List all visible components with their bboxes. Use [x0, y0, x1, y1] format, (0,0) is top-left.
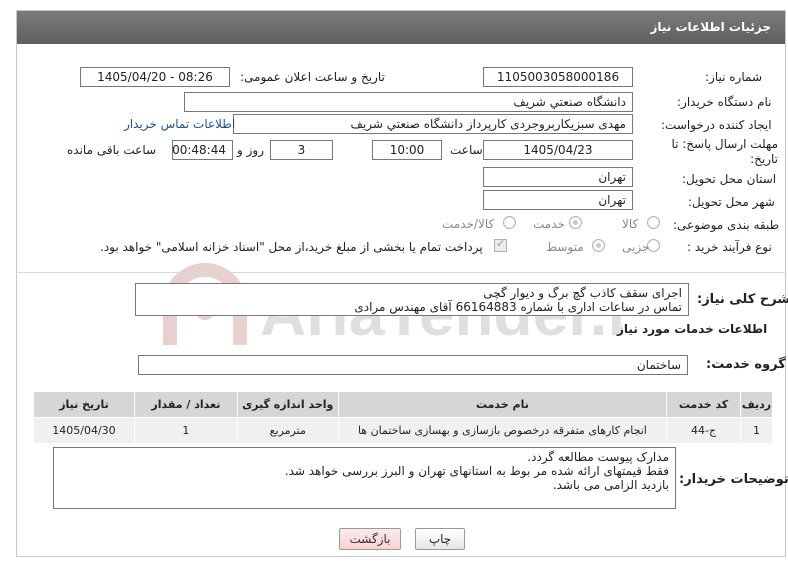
province-label: استان محل تحویل: — [682, 172, 777, 186]
category-radio-service[interactable] — [569, 216, 582, 229]
buyer-notes-label: توضیحات خریدار: — [679, 472, 788, 487]
panel-header: جزئیات اطلاعات نیاز — [17, 11, 785, 44]
process-option-medium: متوسط — [546, 240, 584, 254]
services-table: ردیف کد خدمت نام خدمت واحد اندازه گیری ت… — [33, 391, 773, 444]
cell-quantity: 1 — [133, 417, 238, 444]
col-header-row-number: ردیف — [740, 391, 773, 418]
city-field: تهران — [483, 190, 633, 210]
category-radio-goods[interactable] — [647, 216, 660, 229]
days-field: 3 — [270, 140, 333, 160]
summary-textarea: اجرای سقف کاذب گچ برگ و دیوار گچی تماس د… — [135, 283, 689, 316]
announce-field: 1405/04/20 - 08:26 — [80, 67, 230, 87]
cell-service-name: انجام کارهای متفرقه درخصوص بازسازی و بهس… — [337, 417, 668, 444]
summary-label: شرح کلی نیاز: — [697, 292, 788, 307]
buyer-contact-link[interactable]: اطلاعات تماس خریدار — [124, 117, 235, 131]
days-label: روز و — [237, 143, 264, 157]
service-group-field: ساختمان — [138, 355, 688, 375]
section-divider — [16, 272, 786, 273]
need-number-field: 1105003058000186 — [483, 67, 633, 87]
cell-row-number: 1 — [740, 417, 773, 444]
back-button[interactable]: بازگشت — [339, 528, 401, 550]
category-option-goods-service: کالا/خدمت — [442, 217, 495, 231]
services-section-title: اطلاعات خدمات مورد نیاز — [617, 322, 768, 336]
province-field: تهران — [483, 167, 633, 187]
remaining-label: ساعت باقی مانده — [67, 143, 157, 157]
col-header-service-name: نام خدمت — [337, 391, 668, 418]
announce-label: تاریخ و ساعت اعلان عمومی: — [240, 70, 385, 84]
payment-checkbox[interactable] — [494, 237, 507, 252]
col-header-need-date: تاریخ نیاز — [33, 391, 135, 418]
service-group-label: گروه خدمت: — [706, 357, 786, 372]
process-radio-medium[interactable] — [592, 239, 605, 252]
category-radio-goods-service[interactable] — [503, 216, 516, 229]
process-label: نوع فرآیند خرید : — [687, 240, 772, 254]
print-button[interactable]: چاپ — [415, 528, 465, 550]
table-row: 1 ج-44 انجام کارهای متفرقه درخصوص بازساز… — [33, 417, 773, 444]
buyer-org-label: نام دستگاه خریدار: — [677, 95, 772, 109]
category-option-service: خدمت — [533, 217, 565, 231]
table-header-row: ردیف کد خدمت نام خدمت واحد اندازه گیری ت… — [33, 391, 773, 418]
cell-service-code: ج-44 — [666, 417, 742, 444]
col-header-unit: واحد اندازه گیری — [236, 391, 339, 418]
remaining-time-field: 00:48:44 — [172, 140, 233, 160]
need-number-label: شماره نیاز: — [705, 70, 762, 84]
col-header-service-code: کد خدمت — [666, 391, 742, 418]
category-label: طبقه بندی موضوعی: — [673, 218, 780, 232]
cell-unit: مترمربع — [236, 417, 339, 444]
cell-need-date: 1405/04/30 — [33, 417, 135, 444]
payment-note: پرداخت تمام یا بخشی از مبلغ خرید،از محل … — [100, 240, 483, 254]
col-header-quantity: تعداد / مقدار — [133, 391, 238, 418]
buyer-notes-textarea: مدارک پیوست مطالعه گردد. فقط قیمتهای ارا… — [53, 447, 676, 509]
deadline-date-field: 1405/04/23 — [483, 140, 633, 160]
process-option-minor: جزیی — [622, 240, 650, 254]
deadline-time-label: ساعت — [450, 143, 483, 157]
deadline-time-field: 10:00 — [372, 140, 442, 160]
deadline-label: مهلت ارسال پاسخ: تا تاریخ: — [671, 137, 778, 166]
city-label: شهر محل تحویل: — [688, 195, 775, 209]
buyer-org-field: دانشگاه صنعتي شريف — [184, 92, 633, 112]
creator-label: ایجاد کننده درخواست: — [661, 118, 772, 132]
category-option-goods: کالا — [622, 217, 639, 231]
creator-field: مهدی سبزیکاربروجردی کارپرداز دانشگاه صنع… — [233, 114, 633, 134]
